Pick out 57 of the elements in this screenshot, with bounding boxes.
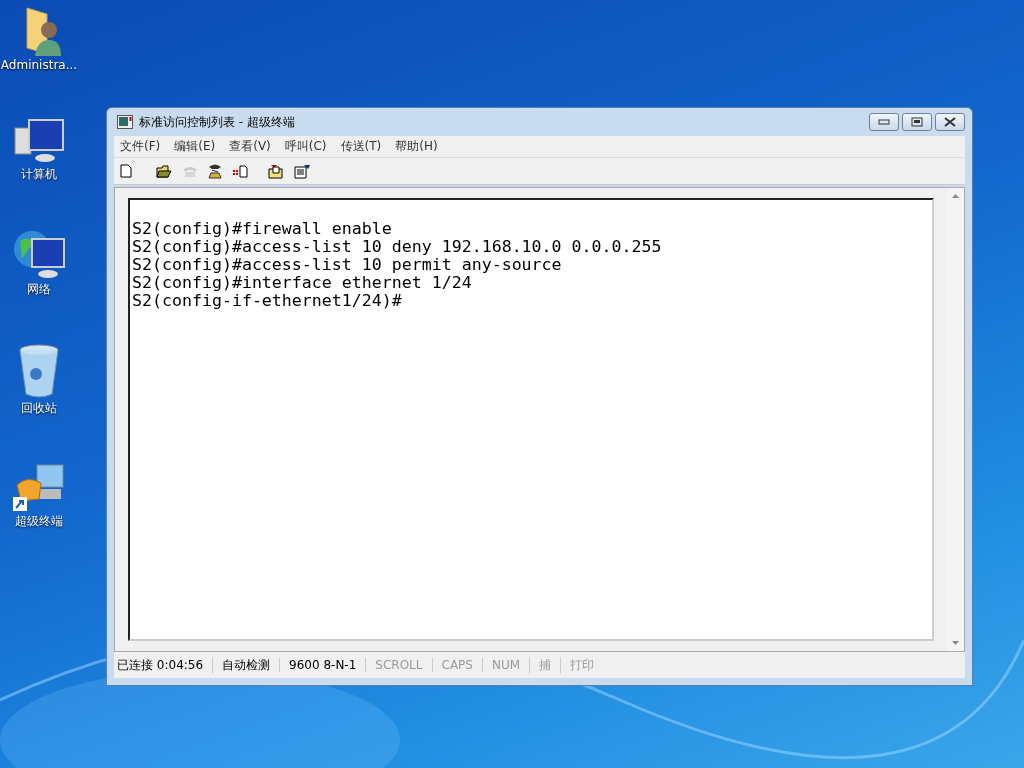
shortcut-label: 计算机: [21, 166, 57, 183]
computer-icon: [13, 118, 65, 164]
minimize-button[interactable]: [869, 113, 899, 131]
status-field: CAPS: [431, 658, 482, 672]
status-field: NUM: [481, 658, 530, 672]
toolbar-button[interactable]: [292, 163, 313, 179]
menu-item[interactable]: 文件(F): [120, 138, 168, 155]
toolbar-button[interactable]: [206, 163, 224, 179]
terminal-line: S2(config)#access-list 10 permit any-source: [132, 256, 563, 274]
folder-icon: [156, 164, 172, 178]
desktop-shortcut[interactable]: 网络: [12, 229, 66, 298]
toolbar-button[interactable]: [154, 164, 174, 178]
terminal-line: S2(config)#access-list 10 deny 192.168.10.0 0.0.0.255: [132, 238, 663, 256]
receive-file-icon: [268, 163, 284, 179]
globe-monitor-icon: [12, 229, 66, 279]
properties-icon: [294, 163, 311, 179]
menu-item[interactable]: 编辑(E): [174, 138, 223, 155]
send-file-icon: [232, 164, 248, 178]
status-field: SCROLL: [365, 658, 432, 672]
shortcut-label: Administra...: [0, 58, 78, 72]
status-field: 打印: [560, 656, 604, 674]
desktop-shortcut[interactable]: 超级终端: [13, 463, 65, 530]
status-field: 捕: [529, 656, 561, 674]
menu-item[interactable]: 呼叫(C): [284, 138, 334, 155]
terminal-line: S2(config-if-ethernet1/24)#: [132, 292, 403, 310]
maximize-button[interactable]: [902, 113, 932, 131]
terminal-line: S2(config)#interface ethernet 1/24: [132, 274, 473, 292]
terminal-app-icon: [117, 115, 133, 129]
shortcut-label: 网络: [27, 281, 51, 298]
maximize-icon: [911, 117, 923, 127]
telephone-hangup-icon: [208, 163, 222, 179]
desktop-shortcut[interactable]: 计算机: [13, 118, 65, 183]
window-title: 标准访问控制列表 - 超级终端: [139, 113, 295, 131]
terminal-line: S2(config)#firewall enable: [132, 220, 393, 238]
minimize-icon: [878, 119, 890, 125]
scroll-down-icon: [952, 641, 959, 645]
scroll-up-icon: [952, 194, 959, 198]
terminal-screen[interactable]: S2(config)#firewall enable S2(config)#access-list 10 deny 192.168.10.0 0.0.0.255 S2(config)#access-list 10 permit any-source S2(config)#interface ethernet 1/24 S2(config-if-ethernet1/24)#: [128, 198, 934, 641]
toolbar-button[interactable]: [118, 164, 134, 178]
status-field: 已连接 0:04:56: [114, 656, 213, 674]
menu-item[interactable]: 查看(V): [229, 138, 278, 155]
blank-page-icon: [120, 164, 132, 178]
desktop-shortcut[interactable]: Administra...: [0, 6, 78, 72]
shortcut-label: 超级终端: [15, 513, 63, 530]
shortcut-label: 回收站: [21, 400, 57, 417]
status-field: 9600 8-N-1: [279, 658, 366, 672]
close-button[interactable]: [935, 113, 965, 131]
menu-item[interactable]: 传送(T): [340, 138, 389, 155]
close-icon: [944, 117, 956, 127]
vertical-scrollbar[interactable]: [947, 188, 964, 651]
phone-computer-icon: [13, 463, 65, 511]
recycle-bin-icon: [18, 344, 60, 398]
desktop-shortcut[interactable]: 回收站: [18, 344, 60, 417]
status-field: 自动检测: [212, 656, 280, 674]
telephone-icon: [182, 165, 198, 177]
menu-item[interactable]: 帮助(H): [395, 138, 445, 155]
toolbar-button[interactable]: [266, 163, 286, 179]
